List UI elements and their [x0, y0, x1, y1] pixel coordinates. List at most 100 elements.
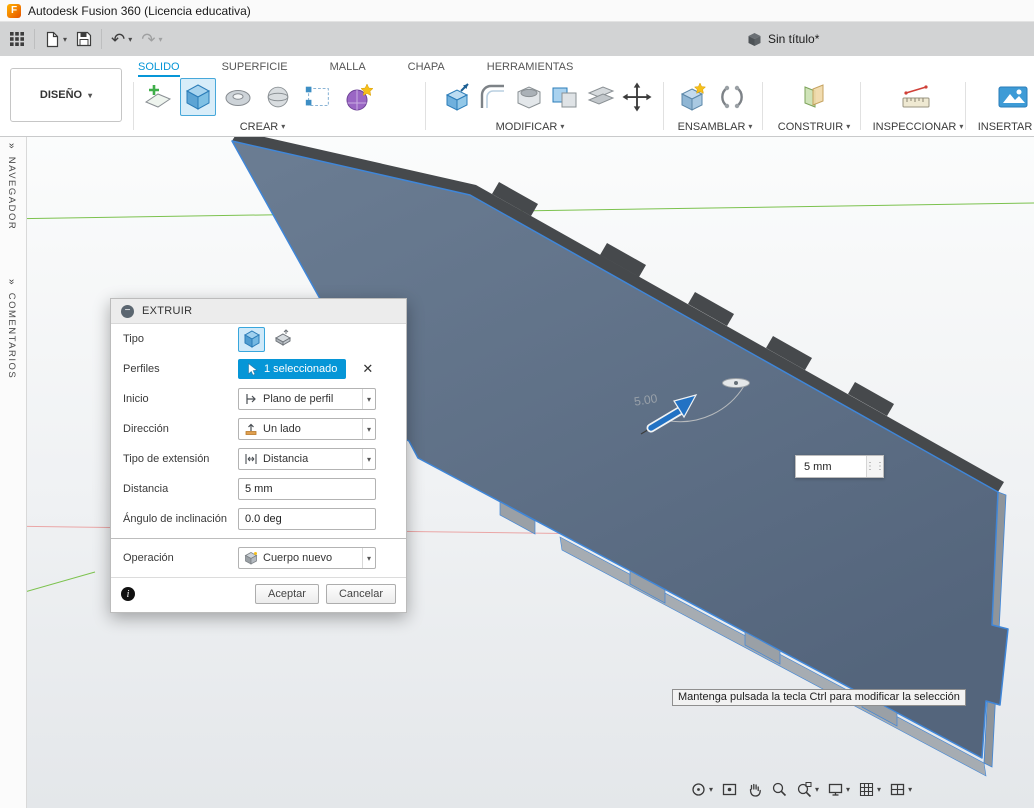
combine-tool[interactable]: [548, 78, 582, 116]
press-pull-tool[interactable]: [440, 78, 474, 116]
accept-button[interactable]: Aceptar: [255, 584, 319, 604]
pan-tool[interactable]: [746, 781, 763, 798]
row-distancia: Distancia: [111, 474, 406, 504]
tab-chapa[interactable]: CHAPA: [408, 56, 445, 77]
angulo-input[interactable]: [238, 508, 376, 530]
orbit-tool[interactable]: ▾: [690, 781, 713, 798]
tab-solido[interactable]: SOLIDO: [138, 56, 180, 77]
group-label-text: MODIFICAR: [495, 120, 558, 133]
redo-button[interactable]: ↷ ▾: [141, 31, 162, 48]
direccion-label: Dirección: [123, 423, 169, 435]
undo-button[interactable]: ↶ ▾: [111, 31, 132, 48]
caret-down-icon: ▾: [88, 90, 93, 100]
operacion-select[interactable]: Cuerpo nuevo ▾: [238, 547, 376, 569]
file-menu-button[interactable]: ▾: [44, 31, 67, 48]
undo-icon: ↶: [111, 29, 126, 49]
extrude-tool[interactable]: [180, 78, 216, 116]
group-modificar-tools: [440, 78, 654, 116]
extrude-solid-type-button[interactable]: [238, 326, 265, 352]
document-title-text: Sin título*: [768, 32, 820, 46]
extrude-dialog-header[interactable]: − EXTRUIR: [111, 299, 406, 324]
ribbon: DISEÑO ▾ SOLIDO SUPERFICIE MALLA CHAPA H…: [0, 56, 1034, 137]
insert-image-tool[interactable]: [995, 78, 1031, 116]
dialog-buttons: Aceptar Cancelar: [255, 584, 396, 604]
shell-tool[interactable]: [512, 78, 546, 116]
inicio-select[interactable]: Plano de perfil ▾: [238, 388, 376, 410]
drag-grip-icon[interactable]: ⋮⋮: [865, 456, 885, 477]
viewports-tool[interactable]: ▾: [889, 781, 912, 798]
group-crear-tools: [140, 78, 376, 116]
clear-selection-button[interactable]: ✕: [362, 361, 373, 377]
tab-superficie[interactable]: SUPERFICIE: [222, 56, 288, 77]
workspace-selector-button[interactable]: DISEÑO ▾: [10, 68, 122, 122]
group-label-text: INSERTAR: [977, 120, 1033, 133]
tab-malla[interactable]: MALLA: [330, 56, 366, 77]
rotate-handle-dot[interactable]: [734, 381, 738, 385]
measure-tool[interactable]: [898, 78, 934, 116]
caret-down-icon: ▾: [63, 34, 68, 44]
group-inspeccionar-dropdown[interactable]: INSPECCIONAR ▾: [868, 119, 968, 134]
quick-access-bar: ▾ ↶ ▾ ↷ ▾ Sin título*: [0, 22, 1034, 56]
info-icon[interactable]: i: [121, 587, 135, 601]
look-at-tool[interactable]: [721, 781, 738, 798]
create-form-tool[interactable]: [340, 78, 376, 116]
group-label-text: CREAR: [239, 120, 279, 133]
viewport-distance-input[interactable]: 5 mm ⋮⋮: [795, 455, 885, 478]
distance-value[interactable]: 5 mm: [796, 456, 866, 477]
tipo-extension-label: Tipo de extensión: [123, 453, 210, 465]
caret-down-icon: ▾: [709, 785, 714, 794]
caret-down-icon: ▾: [128, 34, 133, 44]
group-construir-dropdown[interactable]: CONSTRUIR ▾: [765, 119, 863, 134]
divider: [133, 82, 134, 130]
move-copy-tool[interactable]: [620, 78, 654, 116]
extrude-thin-type-button[interactable]: [269, 327, 296, 352]
dialog-footer: i Aceptar Cancelar: [111, 577, 406, 612]
group-label-text: CONSTRUIR: [777, 120, 844, 133]
group-crear-dropdown[interactable]: CREAR ▾: [140, 119, 385, 134]
dialog-title: EXTRUIR: [142, 305, 193, 317]
comments-panel-tab[interactable]: » COMENTARIOS: [6, 279, 17, 379]
profiles-chip-text: 1 seleccionado: [264, 363, 338, 375]
divider: [101, 29, 103, 49]
new-component-tool[interactable]: [674, 78, 710, 116]
group-ensamblar-dropdown[interactable]: ENSAMBLAR ▾: [665, 119, 765, 134]
zoom-window-tool[interactable]: ▾: [796, 781, 819, 798]
pattern-tool[interactable]: [300, 78, 336, 116]
group-insertar-dropdown[interactable]: INSERTAR: [970, 119, 1034, 134]
tipo-extension-select[interactable]: Distancia ▾: [238, 448, 376, 470]
display-settings-tool[interactable]: ▾: [827, 781, 850, 798]
caret-down-icon: ▾: [361, 449, 371, 469]
create-sketch-tool[interactable]: [140, 78, 176, 116]
group-insertar-tools: [995, 78, 1031, 116]
press-pull-icon: [445, 83, 469, 111]
left-panel-strip: » NAVEGADOR » COMENTARIOS: [0, 137, 27, 808]
distancia-input[interactable]: [238, 478, 376, 500]
sweep-tool[interactable]: [260, 78, 296, 116]
app-grid-button[interactable]: [9, 31, 25, 47]
form-icon: [346, 83, 374, 111]
navigator-panel-tab[interactable]: » NAVEGADOR: [6, 143, 17, 230]
zoom-tool[interactable]: [771, 781, 788, 798]
fillet-tool[interactable]: [476, 78, 510, 116]
look-at-icon: [722, 783, 737, 796]
grid-settings-tool[interactable]: ▾: [858, 781, 881, 798]
cancel-button[interactable]: Cancelar: [325, 584, 396, 604]
new-component-icon: [680, 82, 707, 111]
app-grid-icon: [10, 32, 24, 46]
group-modificar-dropdown[interactable]: MODIFICAR ▾: [440, 119, 620, 134]
pan-hand-icon: [749, 783, 761, 797]
tab-herramientas[interactable]: HERRAMIENTAS: [487, 56, 574, 77]
fusion-logo-icon: F: [7, 3, 21, 18]
revolve-tool[interactable]: [220, 78, 256, 116]
profiles-selection-chip[interactable]: 1 seleccionado: [238, 359, 347, 379]
viewports-icon: [890, 783, 905, 796]
dialog-drag-handle-icon[interactable]: −: [121, 304, 134, 318]
workspace-selector-label: DISEÑO: [39, 89, 83, 101]
redo-icon: ↷: [141, 29, 156, 49]
construction-plane-tool[interactable]: [796, 78, 832, 116]
direccion-select[interactable]: Un lado ▾: [238, 418, 376, 440]
joint-tool[interactable]: [714, 78, 750, 116]
save-button[interactable]: [76, 31, 92, 47]
offset-face-tool[interactable]: [584, 78, 618, 116]
move-icon: [622, 82, 652, 112]
